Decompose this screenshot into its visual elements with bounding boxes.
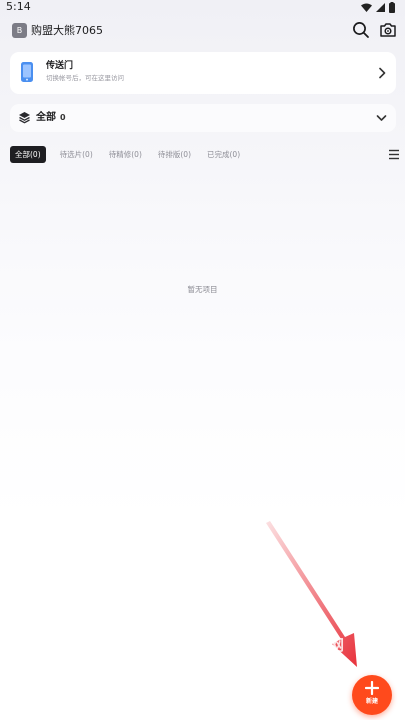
search-icon[interactable] [352,21,370,39]
watermark: 网 [329,636,346,654]
portal-subtitle: 切换帐号后，可在这里访问 [46,74,124,82]
layers-icon [19,112,30,124]
status-time: 5:14 [6,0,31,13]
chevron-down-icon [376,115,387,121]
annotation-arrow [266,521,357,667]
filter-label: 全部 [36,112,56,123]
tab-pending-retouch[interactable]: 待精修(0) [104,146,147,163]
project-filter-dropdown[interactable]: 全部 0 [10,104,396,132]
signal-icon [376,2,385,12]
account-name[interactable]: 购盟大熊7065 [31,23,103,38]
status-bar: 5:14 [0,0,405,14]
camera-icon[interactable] [379,21,397,39]
battery-icon [389,1,395,13]
status-tabs: 全部(0) 待选片(0) 待精修(0) 待排版(0) 已完成(0) [10,146,251,163]
wifi-icon [361,3,372,12]
tab-completed[interactable]: 已完成(0) [202,146,245,163]
plus-icon [365,681,379,695]
tab-pending-layout[interactable]: 待排版(0) [153,146,196,163]
menu-icon[interactable] [388,149,400,160]
app-header: B 购盟大熊7065 [0,16,405,44]
tab-pending-selection[interactable]: 待选片(0) [55,146,98,163]
avatar[interactable]: B [12,23,27,38]
empty-state-text: 暂无项目 [187,285,218,294]
portal-title: 传送门 [46,61,74,71]
status-icons [361,1,395,13]
create-new-button[interactable]: 新建 [352,675,392,715]
filter-count: 0 [60,113,66,122]
chevron-right-icon [379,67,386,79]
phone-device-icon [21,62,33,82]
tab-all[interactable]: 全部(0) [10,146,46,163]
create-new-label: 新建 [365,698,378,705]
portal-card[interactable]: 传送门 切换帐号后，可在这里访问 [10,52,396,94]
